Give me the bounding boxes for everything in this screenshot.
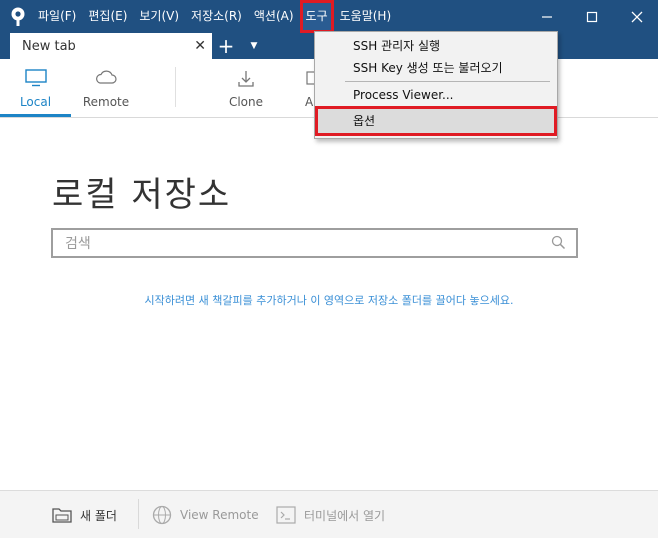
minimize-icon	[542, 15, 552, 18]
download-icon	[238, 71, 254, 87]
new-folder-label: 새 폴더	[80, 508, 117, 523]
open-terminal-button[interactable]: 터미널에서 열기	[276, 505, 385, 525]
sourcetree-logo-icon	[11, 7, 25, 26]
clone-button[interactable]: Clone	[220, 59, 272, 117]
terminal-icon	[276, 506, 296, 524]
menu-item-options[interactable]: 옵션	[315, 106, 557, 136]
add-repo-icon	[306, 71, 315, 85]
menu-edit[interactable]: 편집(E)	[82, 0, 133, 33]
menu-item-ssh-key[interactable]: SSH Key 생성 또는 불러오기	[315, 57, 557, 79]
search-box	[51, 228, 578, 258]
tab-close-icon[interactable]: ✕	[194, 39, 206, 53]
view-remote-button[interactable]: View Remote	[152, 505, 259, 525]
search-input[interactable]	[63, 234, 537, 254]
empty-state-hint: 시작하려면 새 책갈피를 추가하거나 이 영역으로 저장소 폴더를 끌어다 놓으…	[144, 294, 514, 307]
add-tab-button[interactable]: +	[216, 34, 236, 58]
menu-item-process-viewer[interactable]: Process Viewer...	[315, 84, 557, 106]
page-title: 로컬 저장소	[52, 175, 232, 215]
close-icon	[631, 11, 643, 22]
search-icon	[551, 235, 566, 250]
tab-new-tab[interactable]: New tab ✕	[10, 33, 212, 59]
tab-label: New tab	[22, 38, 76, 54]
menu-actions[interactable]: 액션(A)	[248, 0, 300, 33]
menu-view[interactable]: 보기(V)	[133, 0, 185, 33]
maximize-button[interactable]	[569, 0, 615, 33]
status-bar: 새 폴더 View Remote 터미널에서 열기	[0, 490, 658, 538]
local-tab[interactable]: Local	[0, 59, 71, 117]
new-folder-icon	[52, 508, 72, 523]
monitor-icon	[24, 69, 47, 87]
menu-repository[interactable]: 저장소(R)	[185, 0, 248, 33]
title-bar: 파일(F) 편집(E) 보기(V) 저장소(R) 액션(A) 도구 도움말(H)	[0, 0, 658, 33]
minimize-button[interactable]	[524, 0, 570, 33]
new-folder-button[interactable]: 새 폴더	[52, 505, 117, 525]
menu-bar: 파일(F) 편집(E) 보기(V) 저장소(R) 액션(A) 도구 도움말(H)	[32, 0, 397, 33]
tools-dropdown-menu: SSH 관리자 실행 SSH Key 생성 또는 불러오기 Process Vi…	[314, 31, 558, 139]
close-window-button[interactable]	[614, 0, 658, 33]
menu-file[interactable]: 파일(F)	[32, 0, 82, 33]
remote-tab[interactable]: Remote	[76, 59, 136, 117]
cloud-icon	[96, 70, 117, 84]
tab-list-chevron-down-icon[interactable]: ▼	[246, 37, 262, 55]
menu-help[interactable]: 도움말(H)	[334, 0, 398, 33]
menu-item-ssh-manager[interactable]: SSH 관리자 실행	[315, 35, 557, 57]
menu-tools[interactable]: 도구	[299, 0, 334, 33]
view-remote-label: View Remote	[180, 508, 259, 522]
globe-icon	[152, 505, 172, 525]
terminal-label: 터미널에서 열기	[304, 508, 386, 523]
toolbar-divider	[175, 67, 176, 107]
maximize-icon	[586, 11, 598, 22]
statusbar-divider	[138, 499, 139, 529]
clone-label: Clone	[228, 95, 264, 109]
remote-label: Remote	[82, 95, 130, 109]
menu-separator	[345, 81, 550, 82]
local-label: Local	[19, 95, 52, 109]
